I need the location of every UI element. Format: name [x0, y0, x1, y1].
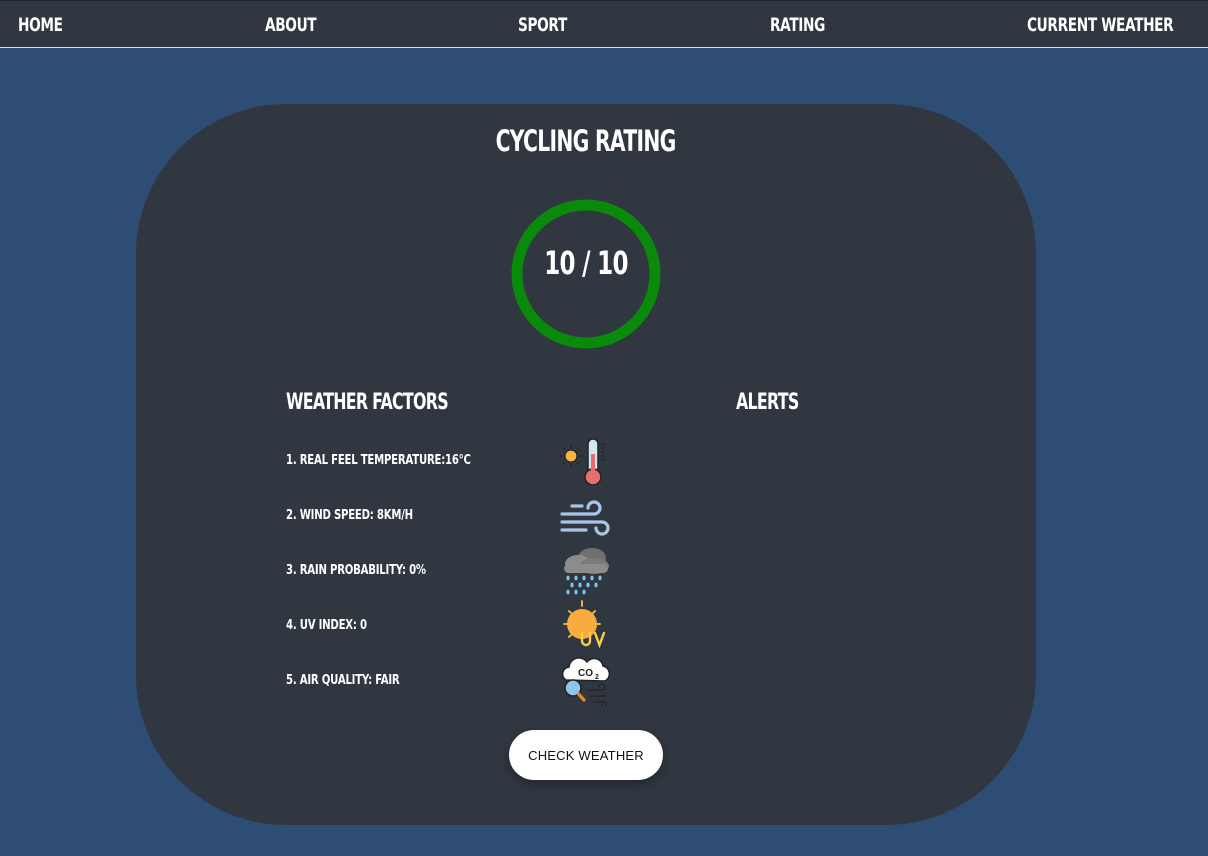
uv-sun-icon	[563, 600, 606, 649]
rating-card: CYCLING RATING 10 / 10 WEATHER FACTORS A…	[136, 104, 1036, 825]
card-title: CYCLING RATING	[136, 124, 1036, 158]
nav-rating-link[interactable]: RATING	[770, 14, 825, 36]
svg-text:CO: CO	[578, 668, 593, 679]
nav-home-link[interactable]: HOME	[18, 14, 63, 36]
alerts-heading: ALERTS	[736, 390, 799, 415]
rating-score-text: 10 / 10	[544, 244, 628, 282]
co2-cloud-icon: CO 2	[561, 657, 611, 706]
nav-about-link[interactable]: ABOUT	[265, 14, 317, 36]
factor-uv-label: 4. UV INDEX: 0	[286, 618, 367, 633]
weather-factors-heading: WEATHER FACTORS	[286, 390, 449, 415]
factor-wind-label: 2. WIND SPEED: 8KM/H	[286, 508, 413, 523]
rain-cloud-icon	[564, 548, 609, 595]
nav-sport-link[interactable]: SPORT	[518, 14, 567, 36]
top-navbar: HOME ABOUT SPORT RATING CURRENT WEATHER	[0, 0, 1208, 48]
check-weather-button[interactable]: CHECK WEATHER	[509, 730, 663, 780]
svg-text:2: 2	[595, 674, 599, 681]
nav-current-weather-link[interactable]: CURRENT WEATHER	[1027, 14, 1174, 36]
rating-score: 10 / 10	[511, 244, 661, 282]
wind-icon	[560, 500, 610, 536]
factor-temperature-label: 1. REAL FEEL TEMPERATURE:16°C	[286, 453, 471, 468]
thermometer-sun-icon	[559, 438, 605, 486]
factor-air-quality-label: 5. AIR QUALITY: FAIR	[286, 673, 400, 688]
factor-rain-label: 3. RAIN PROBABILITY: 0%	[286, 563, 426, 578]
card-title-text: CYCLING RATING	[495, 124, 677, 158]
